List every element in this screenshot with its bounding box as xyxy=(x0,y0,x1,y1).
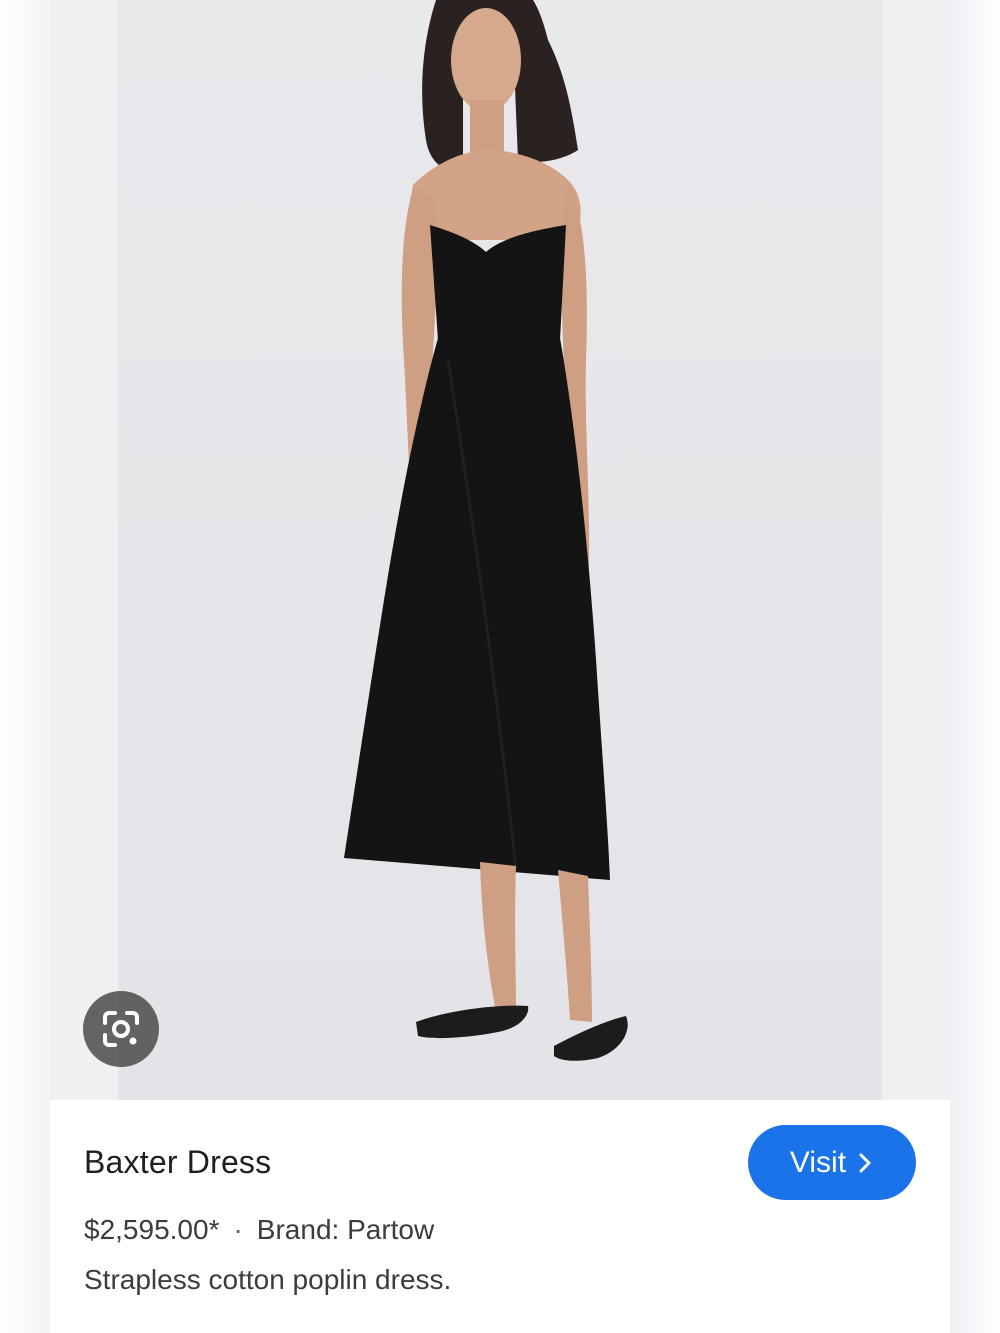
product-description: Strapless cotton poplin dress. xyxy=(84,1264,452,1295)
visit-button[interactable]: Visit xyxy=(748,1125,916,1200)
visual-search-button[interactable] xyxy=(83,991,159,1067)
right-backdrop xyxy=(950,0,1000,1333)
google-lens-icon xyxy=(103,1011,139,1047)
chevron-right-icon xyxy=(859,1153,871,1172)
product-card: Baxter Dress Visit $2,595.00* · Brand: P… xyxy=(50,0,950,1333)
product-title[interactable]: Baxter Dress xyxy=(84,1144,271,1181)
product-photo[interactable] xyxy=(118,0,882,1100)
visit-button-label: Visit xyxy=(789,1145,847,1179)
meta-separator: · xyxy=(233,1214,243,1245)
product-brand: Brand: Partow xyxy=(256,1214,435,1245)
product-price: $2,595.00* xyxy=(84,1214,220,1245)
model-in-dress-illustration xyxy=(344,0,628,1061)
product-meta-row: $2,595.00* · Brand: Partow xyxy=(84,1214,434,1246)
product-image-area xyxy=(50,0,950,1100)
left-backdrop xyxy=(0,0,50,1333)
product-info-panel: Baxter Dress Visit $2,595.00* · Brand: P… xyxy=(50,1100,950,1333)
